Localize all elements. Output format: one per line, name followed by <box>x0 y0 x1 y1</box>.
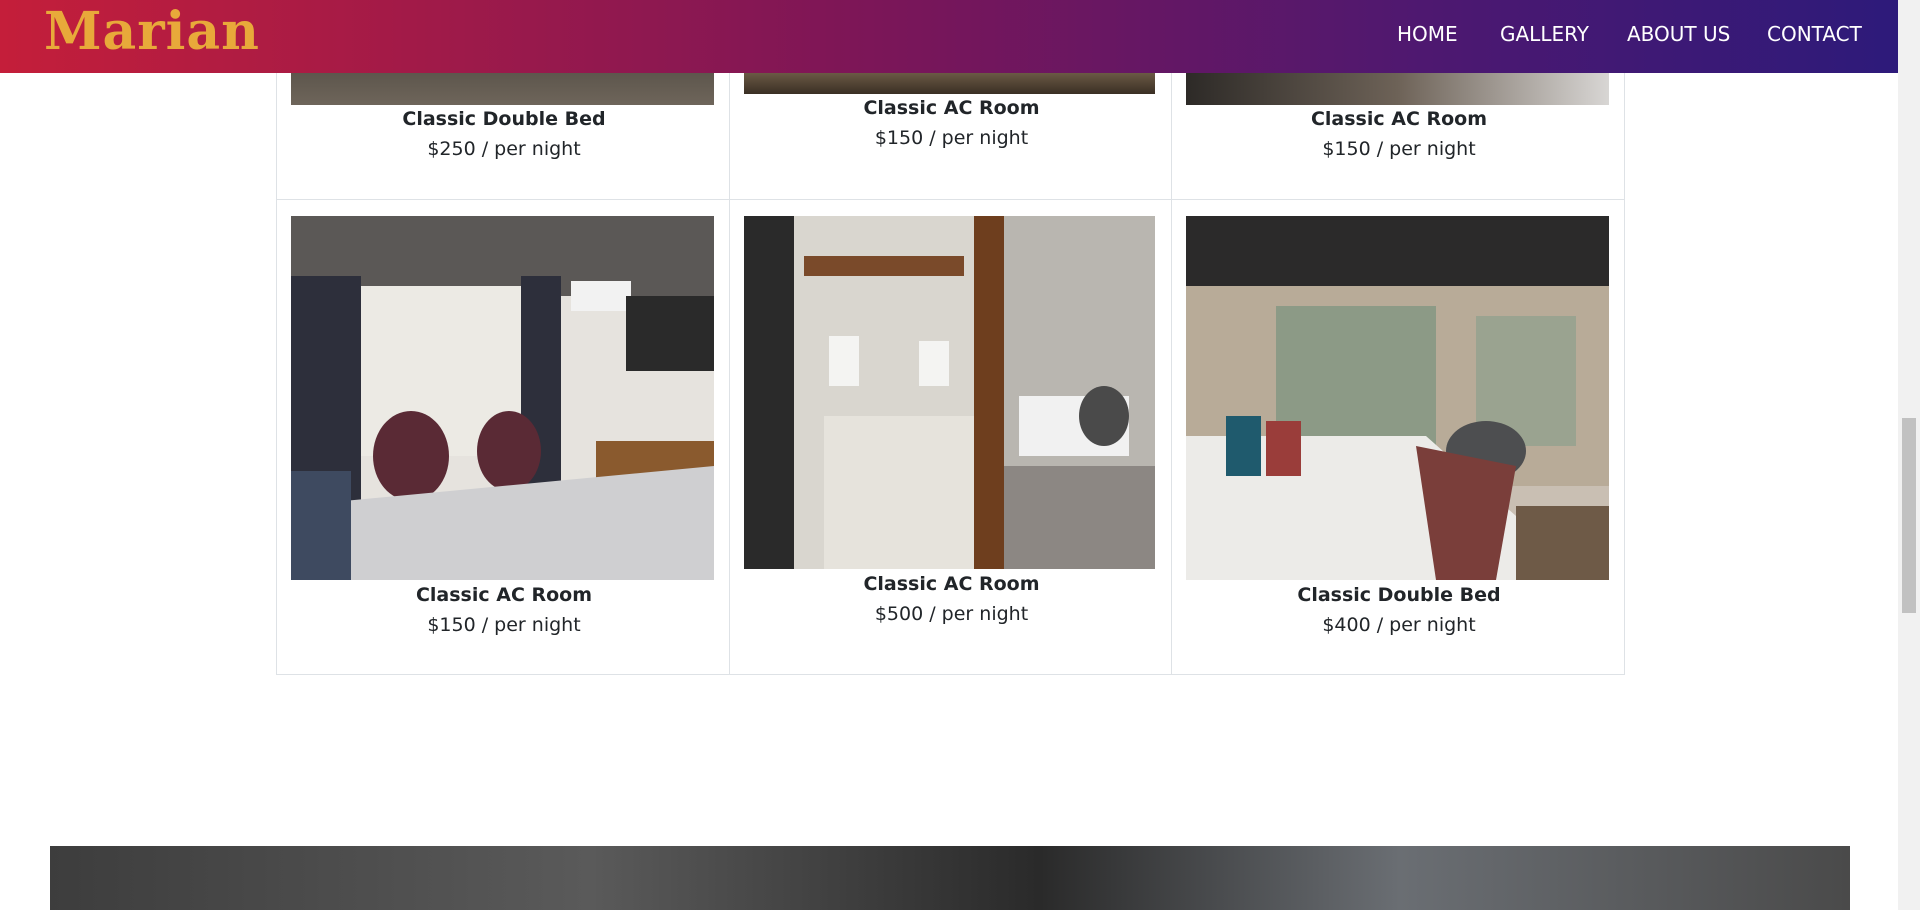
bathroom-photo <box>744 216 1155 569</box>
room-card: Classic Double Bed $400 / per night <box>1171 199 1625 675</box>
nav-gallery-link[interactable]: GALLERY <box>1500 20 1589 48</box>
room-price: $150 / per night <box>874 127 1029 149</box>
top-navbar: Marian HOME GALLERY ABOUT US CONTACT <box>0 0 1898 73</box>
room-photo <box>291 216 714 580</box>
room-price: $500 / per night <box>874 603 1029 625</box>
hero-banner-image <box>50 846 1850 910</box>
bedroom-photo <box>1186 216 1609 580</box>
room-title: Classic AC Room <box>415 584 593 606</box>
page-scrollbar-thumb[interactable] <box>1902 418 1916 613</box>
room-photo <box>1186 216 1609 580</box>
room-card: Classic AC Room $500 / per night <box>729 199 1172 675</box>
bedroom-photo <box>291 216 714 580</box>
room-title: Classic AC Room <box>1310 108 1488 130</box>
room-price: $150 / per night <box>427 614 581 636</box>
room-card: Classic AC Room $150 / per night <box>276 199 730 675</box>
room-title: Classic Double Bed <box>402 108 606 130</box>
nav-home-link[interactable]: HOME <box>1397 20 1458 48</box>
room-price: $250 / per night <box>427 138 581 160</box>
room-title: Classic AC Room <box>863 573 1040 595</box>
brand-logo[interactable]: Marian <box>44 2 260 62</box>
nav-about-link[interactable]: ABOUT US <box>1627 20 1730 48</box>
nav-contact-link[interactable]: CONTACT <box>1767 20 1862 48</box>
room-title: Classic Double Bed <box>1297 584 1501 606</box>
room-photo <box>744 216 1155 569</box>
room-title: Classic AC Room <box>863 97 1040 119</box>
room-price: $150 / per night <box>1322 138 1476 160</box>
room-price: $400 / per night <box>1322 614 1476 636</box>
